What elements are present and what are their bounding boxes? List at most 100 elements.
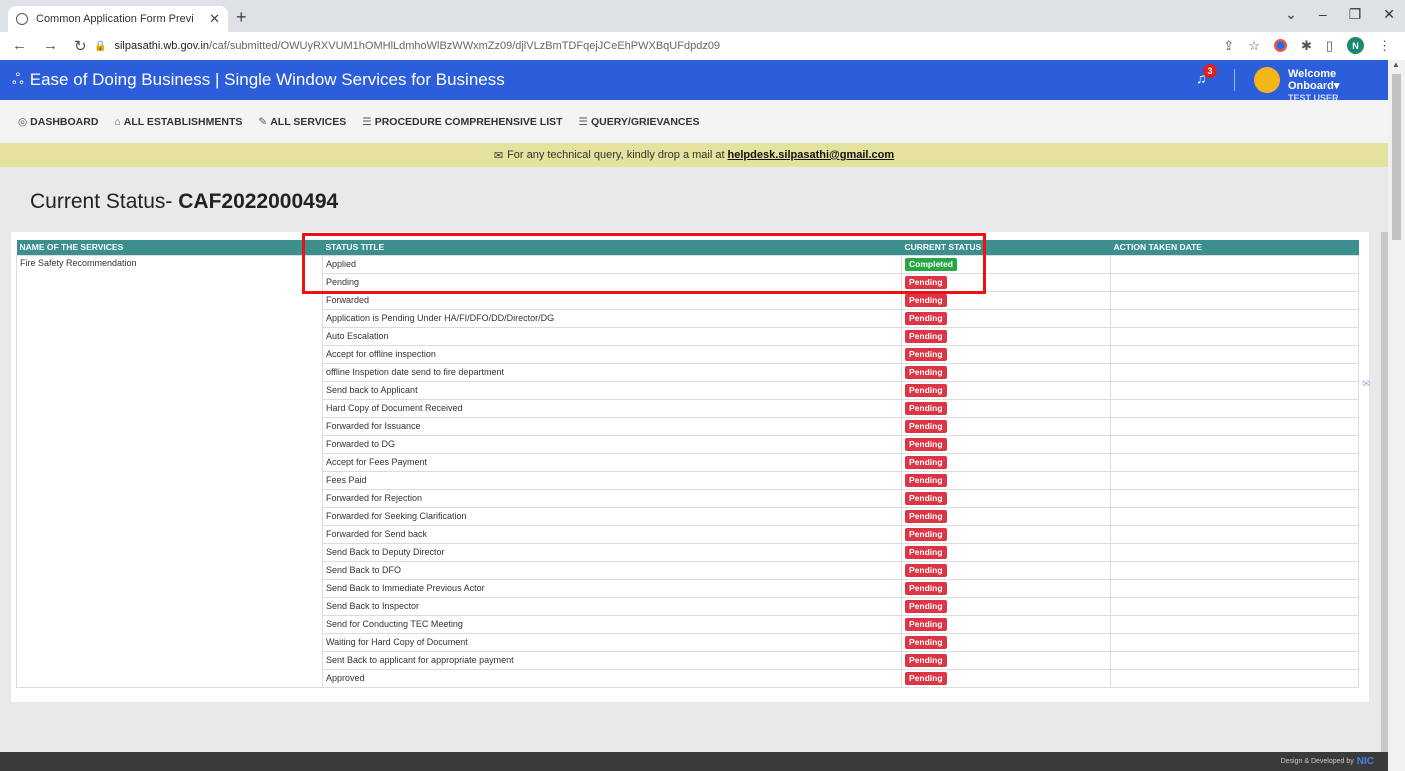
action-date-cell bbox=[1110, 668, 1359, 688]
action-date-cell bbox=[1110, 524, 1359, 544]
current-status-cell: Pending bbox=[901, 650, 1111, 670]
current-status-cell: Pending bbox=[901, 362, 1111, 382]
page-scrollbar[interactable]: ▲ bbox=[1388, 60, 1405, 771]
current-status-cell: Pending bbox=[901, 470, 1111, 490]
user-avatar[interactable] bbox=[1254, 67, 1280, 93]
notice-bar: ✉ For any technical query, kindly drop a… bbox=[0, 143, 1388, 167]
address-bar: ← → ↻ 🔒 silpasathi.wb.gov.in /caf/submit… bbox=[0, 32, 1405, 60]
url-field[interactable]: 🔒 silpasathi.wb.gov.in /caf/submitted/OW… bbox=[94, 40, 720, 52]
menu-all-services[interactable]: ✎ ALL SERVICES bbox=[258, 116, 346, 128]
user-menu[interactable]: Welcome Onboard▾ TEST USER bbox=[1288, 68, 1388, 104]
status-badge: Pending bbox=[905, 401, 947, 415]
share-icon[interactable]: ⇪ bbox=[1223, 38, 1234, 54]
status-badge: Pending bbox=[905, 527, 947, 541]
helpdesk-email-link[interactable]: helpdesk.silpasathi@gmail.com bbox=[728, 149, 895, 161]
status-title-cell: Applied bbox=[322, 254, 902, 274]
app-header: ஃ Ease of Doing Business | Single Window… bbox=[0, 60, 1388, 103]
bell-icon[interactable]: ♫ 3 bbox=[1196, 64, 1217, 86]
back-icon[interactable]: ← bbox=[12, 37, 27, 55]
scrollbar-thumb[interactable] bbox=[1392, 74, 1401, 240]
welcome-text: Welcome Onboard bbox=[1288, 68, 1337, 92]
extension-icon[interactable] bbox=[1273, 39, 1287, 52]
menu-query-grievances[interactable]: ☰ QUERY/GRIEVANCES bbox=[579, 116, 700, 128]
current-status-cell: Pending bbox=[901, 272, 1111, 292]
status-badge: Pending bbox=[905, 311, 947, 325]
caf-id: CAF2022000494 bbox=[178, 190, 339, 213]
status-badge: Pending bbox=[905, 455, 947, 469]
footer: Design & Developed by NIC bbox=[0, 752, 1388, 771]
action-date-cell bbox=[1110, 596, 1359, 616]
puzzle-icon[interactable]: ✱ bbox=[1301, 38, 1312, 54]
action-date-cell bbox=[1110, 398, 1359, 418]
current-status-cell: Pending bbox=[901, 380, 1111, 400]
status-title-cell: Send back to Applicant bbox=[322, 380, 902, 400]
status-title-cell: Auto Escalation bbox=[322, 326, 902, 346]
status-title-cell: Pending bbox=[322, 272, 902, 292]
mail-icon: ✉ bbox=[493, 149, 504, 162]
status-title-cell: Accept for offline inspection bbox=[322, 344, 902, 364]
action-date-cell bbox=[1110, 434, 1359, 454]
current-status-cell: Pending bbox=[901, 614, 1111, 634]
status-title-cell: Forwarded to DG bbox=[322, 434, 902, 454]
current-status-cell: Pending bbox=[901, 290, 1111, 310]
menu-all-establishments[interactable]: ⌂ ALL ESTABLISHMENTS bbox=[114, 116, 242, 128]
new-tab-icon[interactable]: + bbox=[236, 7, 247, 28]
status-badge: Pending bbox=[905, 329, 947, 343]
brand[interactable]: ஃ Ease of Doing Business | Single Window… bbox=[0, 70, 505, 90]
action-date-cell bbox=[1110, 452, 1359, 472]
current-status-cell: Pending bbox=[901, 434, 1111, 454]
action-date-cell bbox=[1110, 308, 1359, 328]
status-badge: Completed bbox=[905, 257, 957, 271]
chat-icon[interactable]: ✉ bbox=[1362, 379, 1370, 390]
action-date-cell bbox=[1110, 344, 1359, 364]
close-window-icon[interactable]: ✕ bbox=[1383, 6, 1395, 23]
profile-avatar[interactable]: N bbox=[1347, 37, 1364, 54]
status-badge: Pending bbox=[905, 509, 947, 523]
status-title-cell: Forwarded bbox=[322, 290, 902, 310]
action-date-cell bbox=[1110, 272, 1359, 292]
scroll-up-icon[interactable]: ▲ bbox=[1392, 60, 1400, 69]
col-status-title: STATUS TITLE bbox=[322, 240, 902, 255]
action-date-cell bbox=[1110, 470, 1359, 490]
current-status-cell: Pending bbox=[901, 596, 1111, 616]
bookmark-star-icon[interactable]: ☆ bbox=[1248, 38, 1260, 54]
status-title-cell: Send Back to Deputy Director bbox=[322, 542, 902, 562]
current-status-cell: Pending bbox=[901, 326, 1111, 346]
status-title-cell: Forwarded for Seeking Clarification bbox=[322, 506, 902, 526]
current-status-cell: Pending bbox=[901, 578, 1111, 598]
status-badge: Pending bbox=[905, 293, 947, 307]
action-date-cell bbox=[1110, 578, 1359, 598]
status-title-cell: Application is Pending Under HA/FI/DFO/D… bbox=[322, 308, 902, 328]
content-scrollbar[interactable] bbox=[1381, 232, 1388, 752]
notice-text: For any technical query, kindly drop a m… bbox=[507, 149, 725, 161]
browser-tab[interactable]: Common Application Form Previ ✕ bbox=[8, 6, 228, 32]
tab-search-icon[interactable]: ⌄ bbox=[1285, 6, 1297, 23]
action-date-cell bbox=[1110, 380, 1359, 400]
action-date-cell bbox=[1110, 416, 1359, 436]
status-title-cell: Forwarded for Issuance bbox=[322, 416, 902, 436]
minimize-icon[interactable]: – bbox=[1319, 6, 1327, 23]
status-badge: Pending bbox=[905, 617, 947, 631]
close-tab-icon[interactable]: ✕ bbox=[209, 11, 220, 27]
window-controls: ⌄ – ❐ ✕ bbox=[1285, 6, 1395, 23]
kebab-menu-icon[interactable]: ⋮ bbox=[1378, 38, 1391, 54]
dashboard-icon: ◎ bbox=[18, 115, 28, 128]
notification-badge: 3 bbox=[1203, 64, 1217, 78]
page-title: Current Status- CAF2022000494 bbox=[30, 190, 339, 213]
status-badge: Pending bbox=[905, 599, 947, 613]
current-status-cell: Pending bbox=[901, 398, 1111, 418]
action-date-cell bbox=[1110, 254, 1359, 274]
current-status-cell: Pending bbox=[901, 668, 1111, 688]
reload-icon[interactable]: ↻ bbox=[74, 37, 87, 55]
menu-procedure-list[interactable]: ☰ PROCEDURE COMPREHENSIVE LIST bbox=[362, 116, 562, 128]
status-badge: Pending bbox=[905, 671, 947, 685]
header-divider bbox=[1234, 69, 1235, 91]
nic-logo: NIC bbox=[1356, 756, 1374, 767]
status-title-cell: Forwarded for Rejection bbox=[322, 488, 902, 508]
menu-dashboard[interactable]: ◎ DASHBOARD bbox=[18, 116, 98, 128]
restore-icon[interactable]: ❐ bbox=[1349, 6, 1362, 23]
sidepanel-icon[interactable]: ▯ bbox=[1326, 38, 1333, 54]
action-date-cell bbox=[1110, 326, 1359, 346]
forward-icon[interactable]: → bbox=[43, 37, 58, 55]
status-title-cell: Sent Back to applicant for appropriate p… bbox=[322, 650, 902, 670]
